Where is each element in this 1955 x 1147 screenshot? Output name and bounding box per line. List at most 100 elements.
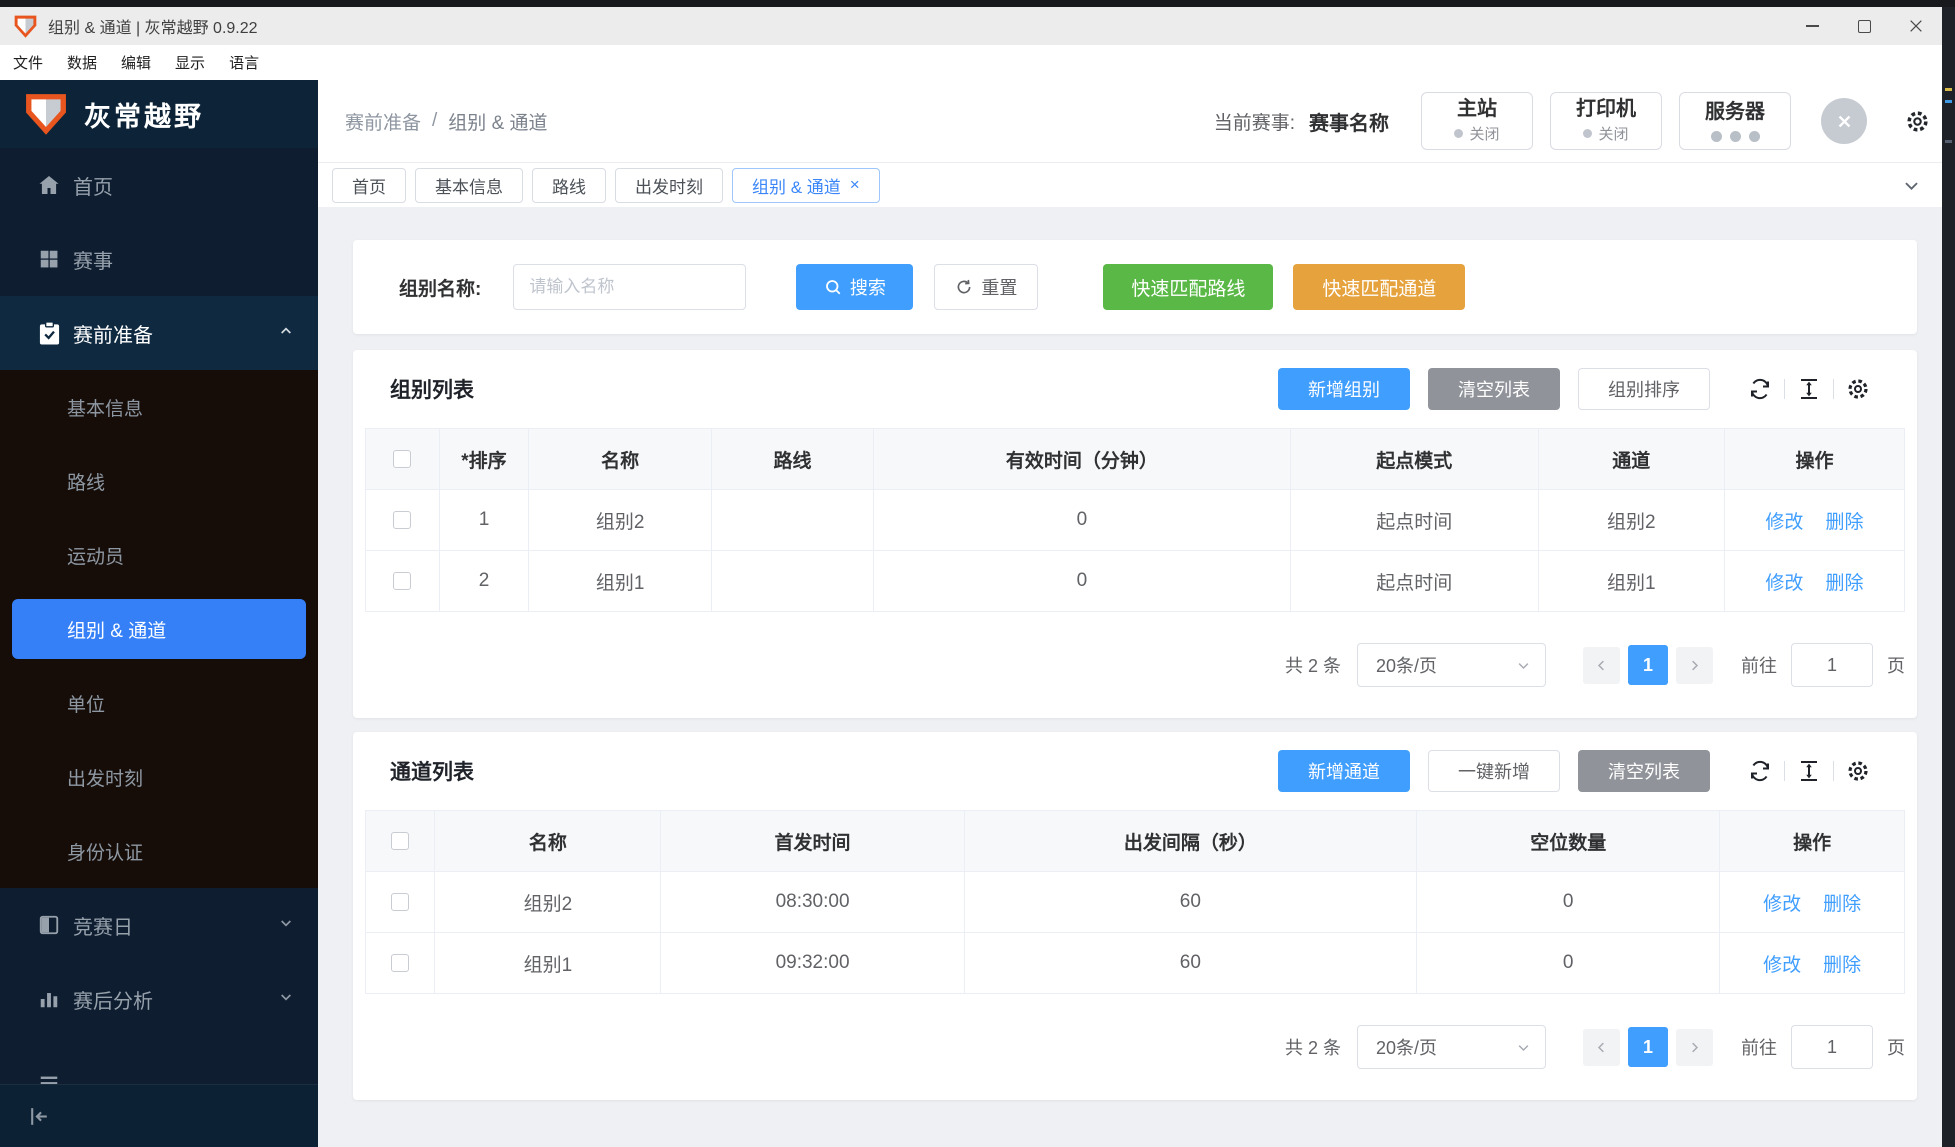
edit-link[interactable]: 修改 [1763, 894, 1801, 915]
table-settings-gear-icon[interactable] [1846, 377, 1870, 401]
channel-table: 名称 首发时间 出发间隔（秒） 空位数量 操作 组别2 08:30:00 60 … [365, 810, 1905, 994]
sidebar-item-post-race-analysis[interactable]: 赛后分析 [0, 962, 318, 1036]
menu-edit[interactable]: 编辑 [121, 52, 151, 73]
main-site-toggle[interactable]: 主站 关闭 [1421, 92, 1533, 150]
settings-gear-icon[interactable] [1905, 109, 1930, 134]
row-checkbox[interactable] [393, 572, 411, 590]
sidebar-item-home[interactable]: 首页 [0, 148, 318, 222]
divider [1833, 761, 1834, 781]
minimize-button[interactable] [1786, 7, 1838, 45]
delete-link[interactable]: 删除 [1825, 573, 1863, 594]
delete-link[interactable]: 删除 [1823, 894, 1861, 915]
group-name-input[interactable] [513, 264, 746, 310]
menu-language[interactable]: 语言 [229, 52, 259, 73]
menu-file[interactable]: 文件 [13, 52, 43, 73]
chevron-down-icon [278, 914, 294, 937]
goto-page-input[interactable] [1791, 1025, 1873, 1069]
tab-routes[interactable]: 路线 [532, 168, 606, 203]
sidebar-item-routes[interactable]: 路线 [0, 444, 318, 518]
divider [1784, 761, 1785, 781]
sidebar-item-athletes[interactable]: 运动员 [0, 518, 318, 592]
add-group-button[interactable]: 新增组别 [1278, 368, 1410, 410]
refresh-icon[interactable] [1748, 759, 1772, 783]
row-checkbox[interactable] [393, 511, 411, 529]
delete-link[interactable]: 删除 [1823, 955, 1861, 976]
tab-start-times[interactable]: 出发时刻 [615, 168, 723, 203]
sidebar-item-race-day[interactable]: 竞赛日 [0, 888, 318, 962]
tab-group-channel[interactable]: 组别 & 通道 × [732, 168, 880, 203]
current-page-button[interactable]: 1 [1628, 645, 1668, 685]
search-button[interactable]: 搜索 [796, 264, 913, 310]
edit-link[interactable]: 修改 [1765, 512, 1803, 533]
chevron-up-icon [278, 322, 294, 345]
row-height-icon[interactable] [1797, 377, 1821, 401]
divider [1784, 379, 1785, 399]
chevron-down-icon [1516, 658, 1531, 673]
printer-toggle[interactable]: 打印机 关闭 [1550, 92, 1662, 150]
chevron-right-icon [1687, 658, 1702, 673]
menu-view[interactable]: 显示 [175, 52, 205, 73]
table-settings-gear-icon[interactable] [1846, 759, 1870, 783]
sidebar-item-race-prep[interactable]: 赛前准备 [0, 296, 318, 370]
row-checkbox[interactable] [391, 893, 409, 911]
edit-link[interactable]: 修改 [1765, 573, 1803, 594]
sidebar-item-events[interactable]: 赛事 [0, 222, 318, 296]
sidebar-item-identity[interactable]: 身份认证 [0, 814, 318, 888]
tabs-dropdown-chevron-icon[interactable] [1902, 176, 1921, 195]
tab-home[interactable]: 首页 [332, 168, 406, 203]
background-window-top-edge [0, 0, 1955, 7]
collapse-sidebar-icon[interactable] [27, 1104, 52, 1129]
row-checkbox[interactable] [391, 954, 409, 972]
select-all-checkbox[interactable] [393, 450, 411, 468]
add-channel-button[interactable]: 新增通道 [1278, 750, 1410, 792]
menu-data[interactable]: 数据 [67, 52, 97, 73]
quick-match-channel-button[interactable]: 快速匹配通道 [1293, 264, 1465, 310]
maximize-button[interactable] [1838, 7, 1890, 45]
sidebar-item-units[interactable]: 单位 [0, 666, 318, 740]
status-dot [1454, 129, 1463, 138]
group-table-header: *排序 名称 路线 有效时间（分钟） 起点模式 通道 操作 [366, 429, 1905, 490]
goto-label: 前往 [1741, 652, 1777, 678]
tab-close-icon[interactable]: × [850, 175, 860, 195]
group-table: *排序 名称 路线 有效时间（分钟） 起点模式 通道 操作 1 组别2 [365, 428, 1905, 612]
page-size-select[interactable]: 20条/页 [1357, 1025, 1546, 1069]
window-title: 组别 & 通道 | 灰常越野 0.9.22 [48, 14, 258, 38]
group-sort-button[interactable]: 组别排序 [1578, 368, 1710, 410]
refresh-icon[interactable] [1748, 377, 1772, 401]
refresh-icon [955, 278, 973, 296]
close-button[interactable] [1890, 7, 1942, 45]
row-height-icon[interactable] [1797, 759, 1821, 783]
race-day-icon [36, 914, 62, 936]
channel-table-header: 名称 首发时间 出发间隔（秒） 空位数量 操作 [366, 811, 1905, 872]
channel-list-panel: 通道列表 新增通道 一键新增 清空列表 [353, 732, 1917, 1100]
quick-match-route-button[interactable]: 快速匹配路线 [1103, 264, 1273, 310]
background-window-right-edge [1942, 0, 1955, 1147]
reset-button[interactable]: 重置 [934, 264, 1038, 310]
prev-page-button[interactable] [1583, 1029, 1620, 1066]
clear-group-list-button[interactable]: 清空列表 [1428, 368, 1560, 410]
group-panel-actions: 新增组别 清空列表 组别排序 [1260, 368, 1882, 410]
close-icon [1908, 18, 1924, 34]
sidebar-item-group-channel[interactable]: 组别 & 通道 [0, 592, 318, 666]
goto-page-input[interactable] [1791, 643, 1873, 687]
next-page-button[interactable] [1676, 647, 1713, 684]
edit-link[interactable]: 修改 [1763, 955, 1801, 976]
user-avatar[interactable] [1821, 98, 1867, 144]
current-page-button[interactable]: 1 [1628, 1027, 1668, 1067]
server-toggle[interactable]: 服务器 [1679, 92, 1791, 150]
breadcrumb-parent[interactable]: 赛前准备 [345, 108, 421, 135]
next-page-button[interactable] [1676, 1029, 1713, 1066]
sidebar-item-basic-info[interactable]: 基本信息 [0, 370, 318, 444]
page-size-select[interactable]: 20条/页 [1357, 643, 1546, 687]
prev-page-button[interactable] [1583, 647, 1620, 684]
search-panel: 组别名称: 搜索 重置 快速匹配路线 快速匹配通道 [353, 240, 1917, 334]
content: 组别名称: 搜索 重置 快速匹配路线 快速匹配通道 [318, 207, 1942, 1147]
quick-add-button[interactable]: 一键新增 [1428, 750, 1560, 792]
select-all-checkbox[interactable] [391, 832, 409, 850]
clear-channel-list-button[interactable]: 清空列表 [1578, 750, 1710, 792]
race-prep-submenu: 基本信息 路线 运动员 组别 & 通道 单位 出发时刻 身份认证 [0, 370, 318, 888]
delete-link[interactable]: 删除 [1825, 512, 1863, 533]
tab-basic-info[interactable]: 基本信息 [415, 168, 523, 203]
page-unit-label: 页 [1887, 652, 1905, 678]
sidebar-item-start-times[interactable]: 出发时刻 [0, 740, 318, 814]
